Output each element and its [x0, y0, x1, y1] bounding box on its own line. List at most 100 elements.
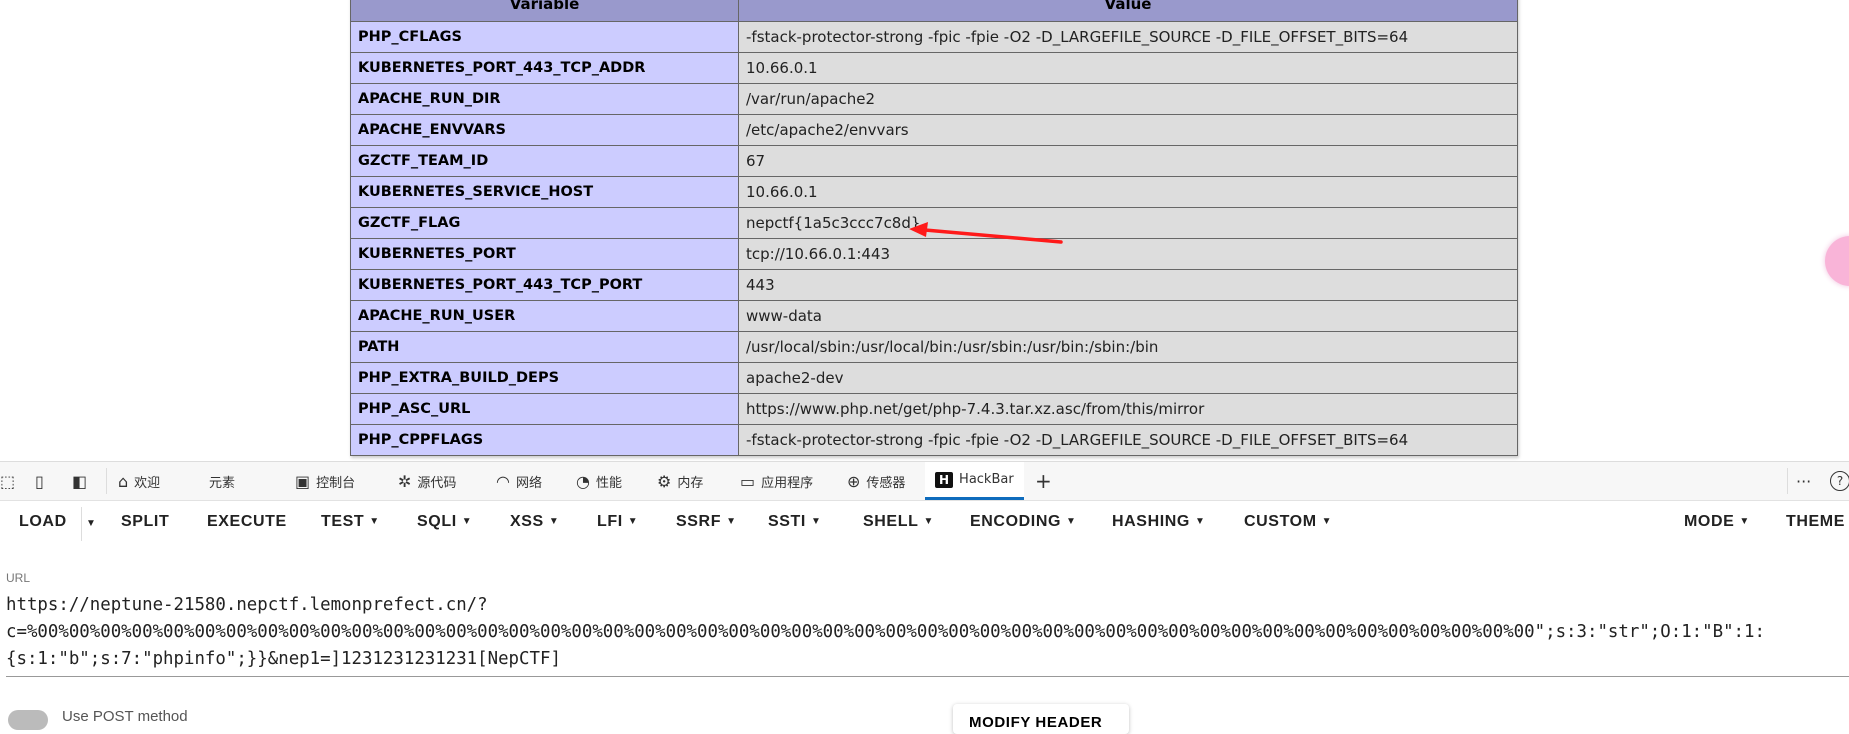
ssti-button[interactable]: SSTI ▼ [768, 513, 821, 531]
devtools-tab-hackbar[interactable]: H HackBar [925, 462, 1024, 500]
button-label: HASHING [1112, 513, 1190, 530]
variable-name: KUBERNETES_PORT_443_TCP_PORT [350, 269, 739, 301]
caret-down-icon: ▼ [1739, 516, 1750, 527]
caret-down-icon: ▼ [726, 516, 737, 527]
devtools-tab-globe[interactable]: ⊕ 传感器 [847, 462, 905, 500]
globe-icon: ⊕ [847, 471, 861, 491]
mode-button[interactable]: MODE ▼ [1684, 513, 1750, 531]
devtools-tab-home[interactable]: ⌂ 欢迎 [118, 462, 160, 500]
devtools-tab-bug[interactable]: ✲ 源代码 [398, 462, 456, 500]
variable-value: -fstack-protector-strong -fpic -fpie -O2… [738, 424, 1518, 456]
url-label: URL [6, 571, 31, 585]
url-underline [6, 676, 1849, 677]
use-post-label: Use POST method [62, 708, 188, 725]
caret-down-icon: ▼ [923, 516, 934, 527]
shell-button[interactable]: SHELL ▼ [863, 513, 934, 531]
variable-value: nepctf{1a5c3ccc7c8d} [738, 207, 1518, 239]
phpinfo-env-table: Variable Value PHP_CFLAGS -fstack-protec… [350, 0, 1518, 456]
add-tab-icon[interactable]: + [1035, 462, 1052, 500]
split-button[interactable]: SPLIT [121, 513, 169, 531]
table-header: Variable Value [350, 0, 1518, 22]
variable-value: /var/run/apache2 [738, 83, 1518, 115]
caret-down-icon: ▼ [810, 516, 822, 527]
table-row: GZCTF_FLAG nepctf{1a5c3ccc7c8d} [350, 207, 1518, 239]
divider [1787, 468, 1788, 494]
hashing-button[interactable]: HASHING ▼ [1112, 513, 1205, 531]
table-row: GZCTF_TEAM_ID 67 [350, 145, 1518, 177]
table-row: PHP_EXTRA_BUILD_DEPS apache2-dev [350, 362, 1518, 394]
tab-label: 元素 [209, 475, 236, 491]
variable-value: https://www.php.net/get/php-7.4.3.tar.xz… [738, 393, 1518, 425]
button-label: SQLI [417, 513, 457, 530]
devtools-tab-gauge[interactable]: ◔ 性能 [576, 462, 622, 500]
button-label: ENCODING [970, 513, 1062, 530]
variable-name: GZCTF_FLAG [350, 207, 739, 239]
more-icon[interactable]: ··· [1796, 462, 1811, 500]
console-icon: ▣ [295, 471, 311, 491]
button-label: XSS [510, 513, 544, 530]
table-row: KUBERNETES_PORT_443_TCP_PORT 443 [350, 269, 1518, 301]
device-emulation-icon[interactable]: ▯ [35, 462, 44, 500]
custom-button[interactable]: CUSTOM ▼ [1244, 513, 1332, 531]
home-icon: ⌂ [118, 471, 129, 491]
divider [106, 468, 107, 494]
tab-label: 内存 [677, 475, 704, 491]
table-row: KUBERNETES_SERVICE_HOST 10.66.0.1 [350, 176, 1518, 208]
sqli-button[interactable]: SQLI ▼ [417, 513, 472, 531]
button-label: SPLIT [121, 513, 170, 530]
devtools-tab-wifi[interactable]: ◠ 网络 [496, 462, 542, 500]
devtools-tab-code[interactable]: 元素 [203, 462, 235, 500]
variable-name: KUBERNETES_SERVICE_HOST [350, 176, 739, 208]
variable-value: -fstack-protector-strong -fpic -fpie -O2… [738, 21, 1518, 53]
devtools-tab-console[interactable]: ▣ 控制台 [295, 462, 355, 500]
help-icon[interactable]: ? [1830, 462, 1849, 500]
hackbar-toolbar: LOAD SPLIT EXECUTE TEST ▼ SQLI ▼ XSS ▼ LFI ▼ SSRF ▼ S… [0, 503, 1849, 545]
devtools-tab-app[interactable]: ▭ 应用程序 [740, 462, 813, 500]
variable-value: 67 [738, 145, 1518, 177]
lfi-button[interactable]: LFI ▼ [597, 513, 638, 531]
variable-name: PATH [350, 331, 739, 363]
caret-down-icon: ▼ [1194, 516, 1206, 527]
load-button[interactable]: LOAD [19, 513, 67, 531]
table-row: KUBERNETES_PORT_443_TCP_ADDR 10.66.0.1 [350, 52, 1518, 84]
encoding-button[interactable]: ENCODING ▼ [970, 513, 1077, 531]
load-divider [81, 507, 82, 541]
dock-side-icon[interactable]: ◧ [72, 462, 87, 500]
load-dropdown-caret-icon[interactable]: ▼ [86, 515, 97, 533]
table-row: APACHE_ENVVARS /etc/apache2/envvars [350, 114, 1518, 146]
variable-value: /etc/apache2/envvars [738, 114, 1518, 146]
variable-value: 10.66.0.1 [738, 176, 1518, 208]
devtools-tab-chip[interactable]: ⚙ 内存 [657, 462, 703, 500]
header-variable: Variable [350, 0, 739, 22]
execute-button[interactable]: EXECUTE [207, 513, 287, 531]
tab-label: 应用程序 [761, 475, 814, 491]
use-post-toggle[interactable] [8, 710, 48, 730]
variable-name: KUBERNETES_PORT [350, 238, 739, 270]
inspect-icon[interactable]: ⬚ [0, 462, 15, 500]
variable-name: PHP_ASC_URL [350, 393, 739, 425]
floating-assistant-button[interactable] [1825, 236, 1849, 286]
button-label: LFI [597, 513, 623, 530]
variable-name: PHP_CFLAGS [350, 21, 739, 53]
wifi-icon: ◠ [496, 471, 510, 491]
test-button[interactable]: TEST ▼ [321, 513, 380, 531]
variable-name: APACHE_RUN_DIR [350, 83, 739, 115]
modify-header-button[interactable]: MODIFY HEADER [953, 704, 1129, 734]
variable-name: PHP_EXTRA_BUILD_DEPS [350, 362, 739, 394]
xss-button[interactable]: XSS ▼ [510, 513, 559, 531]
variable-value: 10.66.0.1 [738, 52, 1518, 84]
caret-down-icon: ▼ [369, 516, 380, 527]
url-input[interactable]: https://neptune-21580.nepctf.lemonprefec… [6, 592, 1818, 673]
table-row: PHP_CPPFLAGS -fstack-protector-strong -f… [350, 424, 1518, 456]
ssrf-button[interactable]: SSRF ▼ [676, 513, 737, 531]
table-row: APACHE_RUN_DIR /var/run/apache2 [350, 83, 1518, 115]
button-label: MODE [1684, 513, 1735, 530]
variable-name: GZCTF_TEAM_ID [350, 145, 739, 177]
button-label: TEST [321, 513, 365, 530]
button-label: THEME [1786, 513, 1845, 530]
theme-button[interactable]: THEME [1786, 513, 1845, 531]
table-row: PHP_ASC_URL https://www.php.net/get/php-… [350, 393, 1518, 425]
button-label: LOAD [19, 513, 67, 530]
variable-value: tcp://10.66.0.1:443 [738, 238, 1518, 270]
caret-down-icon: ▼ [627, 516, 639, 527]
